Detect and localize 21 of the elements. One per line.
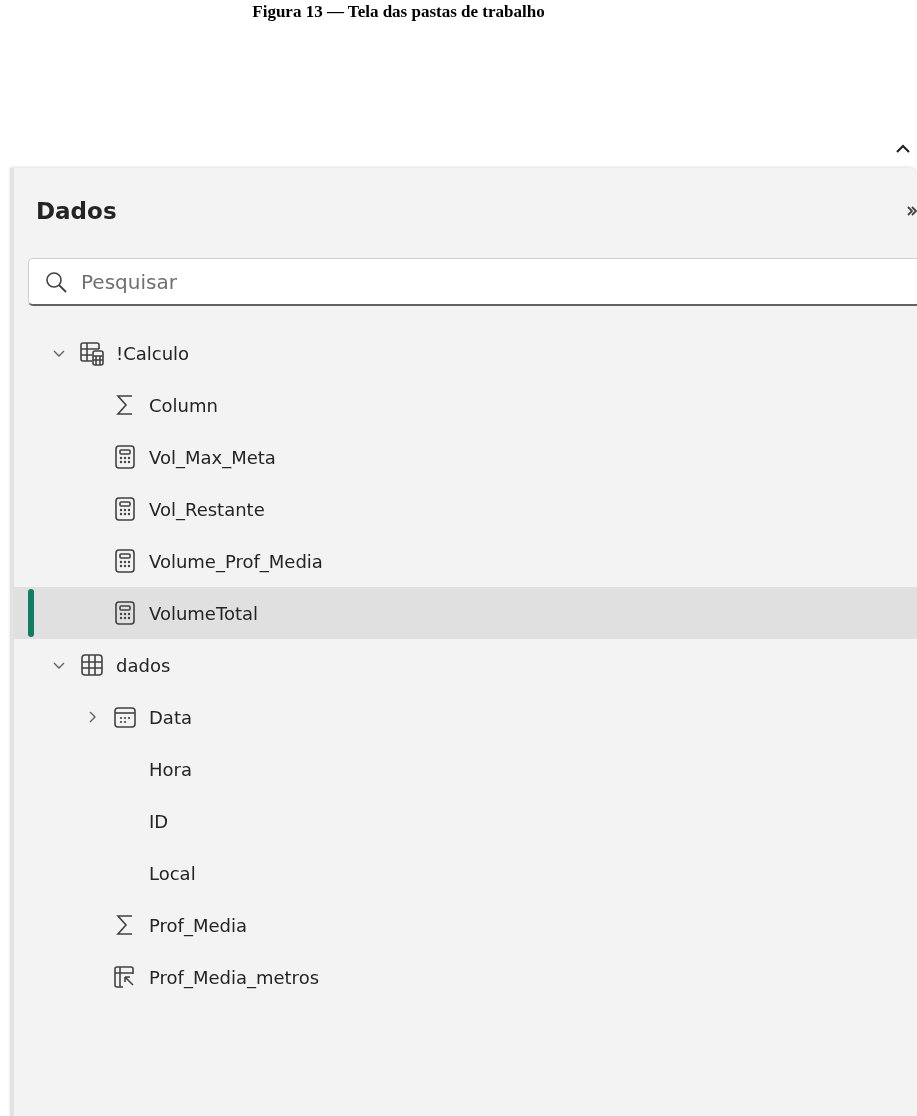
tree-item[interactable]: Hora [14,743,917,795]
tree-item[interactable]: Data [14,691,917,743]
double-chevron-right-icon[interactable] [907,204,917,218]
tree-item[interactable]: dados [14,639,917,691]
tree-item[interactable]: !Calculo [14,327,917,379]
tree-item[interactable]: Prof_Media [14,899,917,951]
chevron-up-icon[interactable] [895,142,911,154]
tree-item[interactable]: Prof_Media_metros [14,951,917,1003]
tree-item[interactable]: Column [14,379,917,431]
tree-item[interactable]: Local [14,847,917,899]
table-calculator-icon [78,339,106,367]
tree-item[interactable]: ID [14,795,917,847]
search-field[interactable]: Pesquisar [28,258,917,306]
tree-item[interactable]: VolumeTotal [14,587,917,639]
tree-item[interactable]: Vol_Max_Meta [14,431,917,483]
search-icon [44,270,68,294]
figure-caption: Figura 13 — Tela das pastas de trabalho [251,2,546,22]
tree-item[interactable]: Vol_Restante [14,483,917,535]
tree-item[interactable]: Volume_Prof_Media [14,535,917,587]
pane-title: Dados [36,198,117,224]
table-icon [78,651,106,679]
